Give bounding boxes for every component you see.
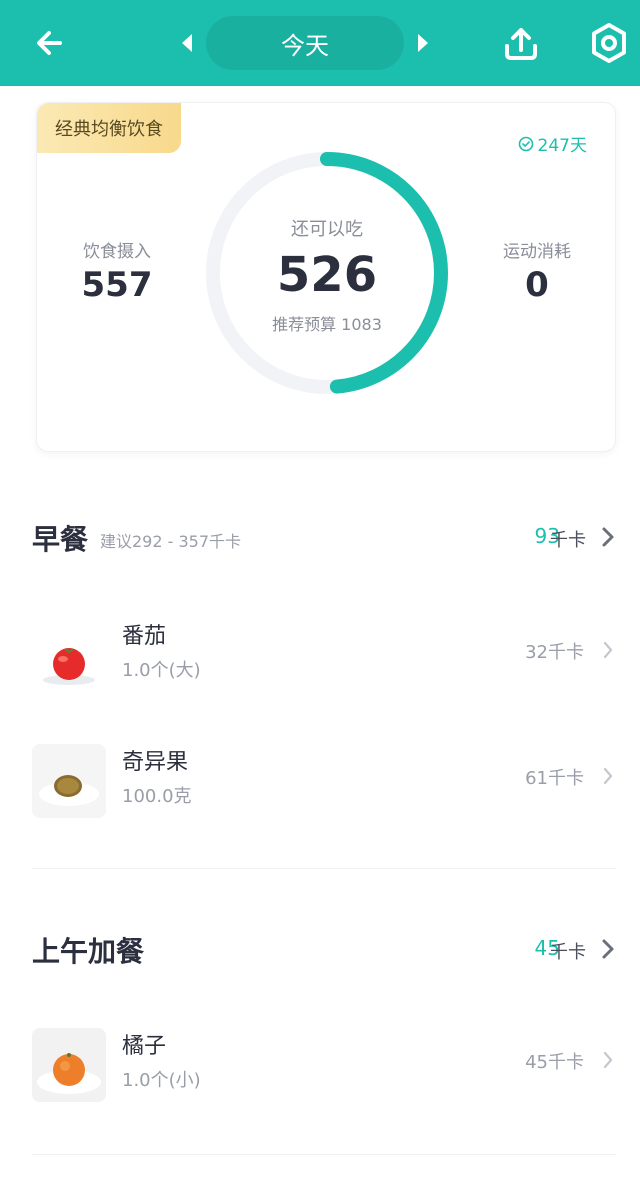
section-divider xyxy=(32,1154,616,1155)
chevron-right-icon xyxy=(602,527,614,547)
streak-badge: 247天 xyxy=(518,131,587,156)
chevron-right-icon xyxy=(603,1051,613,1069)
prev-day-icon[interactable] xyxy=(176,28,200,58)
meal-kcal-unit: 千卡 xyxy=(550,530,586,551)
food-image xyxy=(32,618,106,692)
exercise-label: 运动消耗 xyxy=(503,242,571,262)
food-image xyxy=(32,1028,106,1102)
section-divider xyxy=(32,868,616,869)
food-kcal: 32千卡 xyxy=(525,642,584,663)
top-bar: 今天 xyxy=(0,0,640,86)
remaining-label: 还可以吃 xyxy=(291,219,363,240)
food-name: 奇异果 xyxy=(122,750,189,775)
food-item[interactable]: 橘子 1.0个(小) 45千卡 xyxy=(0,1020,640,1110)
settings-hexagon-icon[interactable] xyxy=(586,20,632,66)
food-amount: 100.0克 xyxy=(122,786,192,807)
food-amount: 1.0个(大) xyxy=(122,660,201,681)
food-item[interactable]: 番茄 1.0个(大) 32千卡 xyxy=(0,610,640,700)
calorie-summary-card[interactable]: 经典均衡饮食 247天 饮食摄入 557 还可以吃 526 推荐预算 1083 … xyxy=(36,102,616,452)
check-circle-icon xyxy=(518,136,533,151)
chevron-right-icon xyxy=(603,641,613,659)
food-kcal: 61千卡 xyxy=(525,768,584,789)
food-image xyxy=(32,744,106,818)
meal-header-breakfast[interactable]: 早餐 建议292 - 357千卡 93 千卡 xyxy=(0,508,640,568)
meal-kcal-unit: 千卡 xyxy=(550,942,586,963)
remaining-value: 526 xyxy=(276,247,378,303)
chevron-right-icon xyxy=(602,939,614,959)
meal-title: 早餐 xyxy=(32,523,89,556)
food-amount: 1.0个(小) xyxy=(122,1070,201,1091)
exercise-value: 0 xyxy=(525,265,549,305)
chevron-right-icon xyxy=(603,767,613,785)
share-upload-icon[interactable] xyxy=(498,20,544,66)
intake-value: 557 xyxy=(81,265,153,305)
diet-plan-tag[interactable]: 经典均衡饮食 xyxy=(37,103,181,153)
food-name: 番茄 xyxy=(122,624,167,649)
meal-hint: 建议292 - 357千卡 xyxy=(100,532,242,551)
back-arrow-icon[interactable] xyxy=(30,22,72,64)
food-kcal: 45千卡 xyxy=(525,1052,584,1073)
food-name: 橘子 xyxy=(122,1034,167,1059)
food-item[interactable]: 奇异果 100.0克 61千卡 xyxy=(0,736,640,826)
next-day-icon[interactable] xyxy=(410,28,434,58)
budget-text: 推荐预算 1083 xyxy=(272,315,382,334)
meal-title: 上午加餐 xyxy=(32,935,145,968)
meal-header-morning-snack[interactable]: 上午加餐 45 千卡 xyxy=(0,920,640,980)
date-selector[interactable]: 今天 xyxy=(206,16,404,70)
streak-days: 247天 xyxy=(537,136,587,156)
intake-label: 饮食摄入 xyxy=(83,242,151,262)
